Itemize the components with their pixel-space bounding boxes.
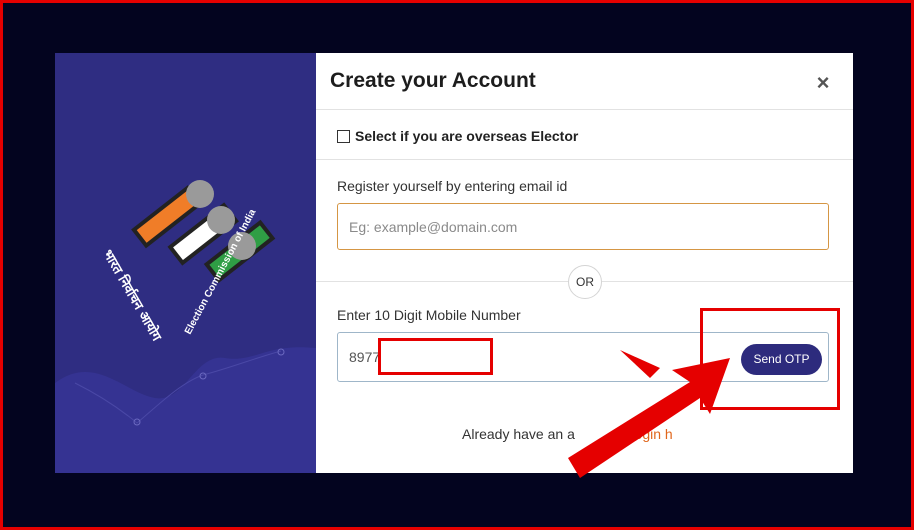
- arrow-fragment: [620, 350, 660, 378]
- overseas-elector-checkbox[interactable]: [337, 129, 350, 143]
- header-divider: [316, 109, 853, 110]
- mobile-number-value: 8977: [349, 349, 381, 365]
- redaction-box: [378, 338, 493, 375]
- eci-logo: भारत निर्वाचन आयोग Election Commission o…: [55, 180, 316, 473]
- login-prompt-text: Already have an a: [462, 426, 575, 442]
- modal-title: Create your Account: [330, 69, 536, 92]
- eci-logo-panel: भारत निर्वाचन आयोग Election Commission o…: [55, 53, 316, 473]
- close-icon[interactable]: ×: [812, 71, 834, 95]
- email-input[interactable]: Eg: example@domain.com: [337, 203, 829, 250]
- logo-hindi-text: भारत निर्वाचन आयोग: [100, 247, 165, 344]
- create-account-modal: भारत निर्वाचन आयोग Election Commission o…: [55, 53, 853, 473]
- email-label: Register yourself by entering email id: [337, 178, 568, 194]
- section-divider: [316, 159, 853, 160]
- pointer-arrow: [568, 350, 730, 478]
- overseas-elector-label: Select if you are overseas Elector: [355, 128, 579, 144]
- ballot-dot: [207, 206, 235, 234]
- or-separator: OR: [568, 265, 602, 299]
- ballot-dot: [186, 180, 214, 208]
- mobile-label: Enter 10 Digit Mobile Number: [337, 307, 521, 323]
- background-wave: [55, 347, 316, 473]
- overseas-elector-row: Select if you are overseas Elector: [337, 127, 578, 145]
